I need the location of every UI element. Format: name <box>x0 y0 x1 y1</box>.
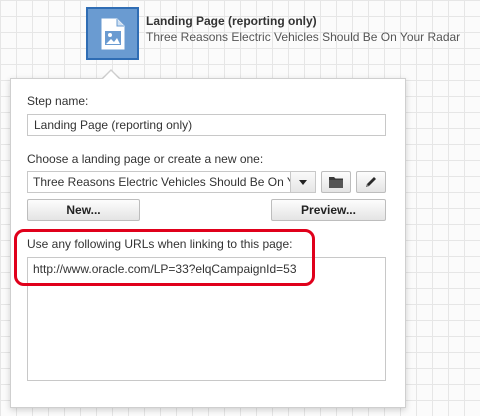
folder-icon <box>329 177 343 188</box>
new-button[interactable]: New... <box>27 199 140 221</box>
landing-page-label: Choose a landing page or create a new on… <box>27 152 264 166</box>
edit-landing-page-button[interactable] <box>356 171 386 193</box>
landing-page-selected-value: Three Reasons Electric Vehicles Should B… <box>33 175 290 189</box>
step-title: Landing Page (reporting only) <box>146 14 317 28</box>
preview-button[interactable]: Preview... <box>271 199 386 221</box>
landing-page-step-node[interactable] <box>86 7 139 60</box>
chevron-down-icon[interactable] <box>290 172 315 192</box>
step-name-input[interactable]: Landing Page (reporting only) <box>27 114 386 136</box>
browse-folder-button[interactable] <box>321 171 351 193</box>
landing-page-icon <box>101 18 125 50</box>
step-name-label: Step name: <box>27 94 89 108</box>
landing-page-select[interactable]: Three Reasons Electric Vehicles Should B… <box>27 171 316 193</box>
urls-label: Use any following URLs when linking to t… <box>27 237 293 251</box>
popup-pointer-fill <box>102 71 120 80</box>
url-list-textarea[interactable]: http://www.oracle.com/LP=33?elqCampaignI… <box>27 257 386 381</box>
tracking-url: http://www.oracle.com/LP=33?elqCampaignI… <box>33 262 297 276</box>
pencil-icon <box>366 177 376 187</box>
step-subtitle: Three Reasons Electric Vehicles Should B… <box>146 30 461 44</box>
